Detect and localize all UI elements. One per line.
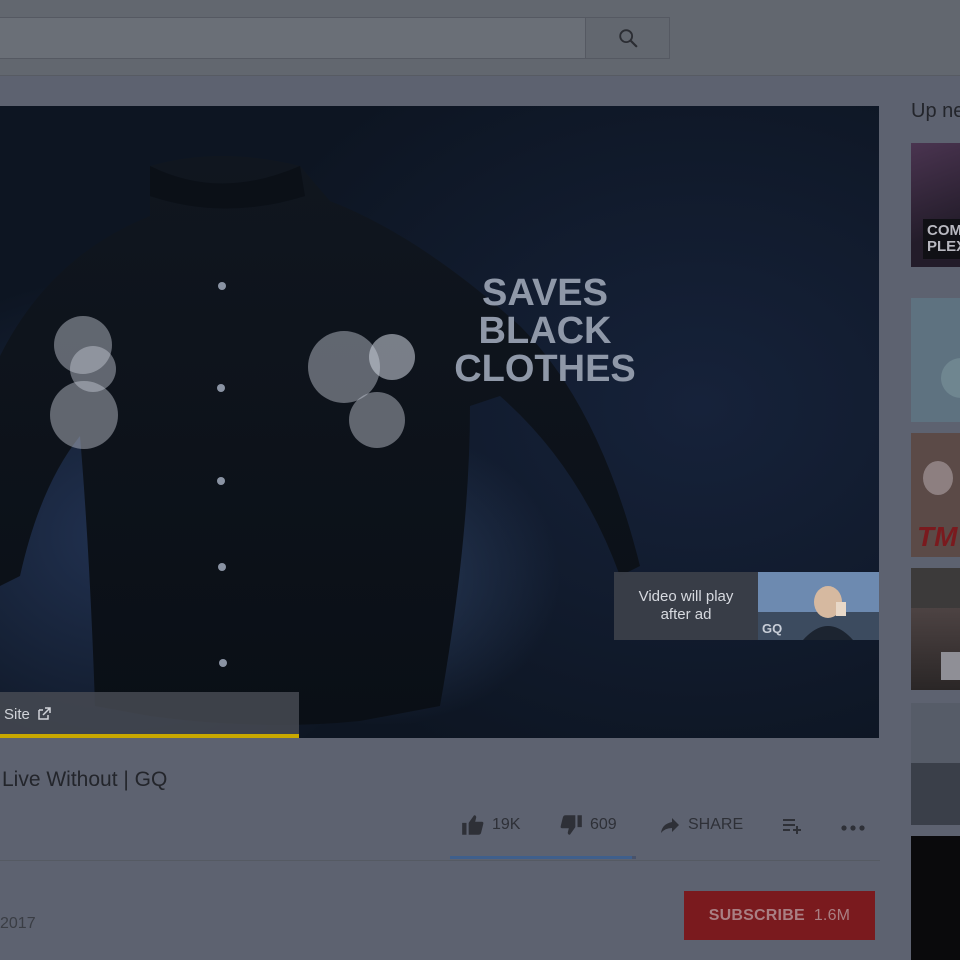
sidebar-video-thumbnail[interactable]: TM [911, 433, 960, 557]
share-label: SHARE [688, 816, 744, 833]
like-count: 19K [492, 816, 521, 833]
more-actions-button[interactable] [840, 814, 866, 840]
thumbnail-text: TM [917, 521, 958, 552]
divider [0, 860, 880, 861]
gq-logo: GQ [762, 621, 783, 636]
search-button[interactable] [585, 17, 670, 59]
sidebar-video-thumbnail[interactable] [911, 568, 960, 690]
next-card-line: Video will play [638, 588, 734, 605]
video-title: Live Without | GQ [2, 768, 168, 791]
search-icon [618, 29, 637, 48]
sidebar-video-thumbnail[interactable] [911, 836, 960, 960]
shirt-image [0, 156, 640, 725]
thumbnail-text: PLEX [927, 238, 960, 255]
external-link-icon [38, 707, 51, 720]
up-next-ad-card[interactable]: Video will play after ad GQ [614, 572, 879, 640]
thumbs-down-icon [560, 815, 582, 835]
masthead [0, 0, 960, 76]
sentiment-bar-likes [450, 856, 633, 859]
like-button[interactable]: 19K [460, 812, 520, 838]
sentiment-bar [450, 856, 636, 859]
playlist-add-icon [783, 819, 801, 834]
subscriber-count: 1.6M [813, 906, 851, 924]
next-video-thumbnail[interactable]: GQ [758, 572, 879, 640]
more-horizontal-icon [841, 825, 865, 831]
next-card-line: after ad [660, 606, 712, 623]
subscribe-button[interactable]: SUBSCRIBE 1.6M [684, 891, 875, 940]
visit-site-button[interactable]: Site [0, 692, 299, 736]
sidebar-video-thumbnail[interactable]: COM PLEX [911, 143, 960, 267]
subscribe-label: SUBSCRIBE [708, 906, 805, 924]
dislike-count: 609 [590, 816, 617, 833]
ad-progress-bar [0, 734, 299, 738]
sidebar-video-thumbnail[interactable] [911, 298, 960, 422]
up-next-heading: Up ne [911, 100, 960, 122]
ad-headline-line: BLACK [478, 310, 612, 352]
visit-site-label: Site [4, 705, 30, 723]
bokeh-light [369, 334, 415, 380]
search-input[interactable] [0, 17, 586, 59]
sidebar-video-thumbnail[interactable] [911, 703, 960, 825]
bokeh-light [50, 381, 118, 449]
share-button[interactable]: SHARE [658, 813, 743, 837]
video-player[interactable]: SAVES BLACK CLOTHES Video will play afte… [0, 106, 879, 738]
share-arrow-icon [661, 818, 679, 833]
publish-date: 2017 [0, 915, 36, 932]
thumbs-up-icon [462, 815, 484, 835]
add-to-playlist-button[interactable] [780, 814, 804, 838]
bokeh-light [349, 392, 405, 448]
dislike-button[interactable]: 609 [558, 812, 617, 838]
next-card-text: Video will play after ad [614, 572, 758, 640]
ad-headline-line: CLOTHES [454, 348, 636, 390]
thumbnail-text: COM [927, 222, 960, 239]
thumbnail-label: COM PLEX [923, 219, 960, 259]
ad-headline-line: SAVES [481, 272, 608, 314]
ad-headline: SAVES BLACK CLOTHES [430, 274, 660, 388]
